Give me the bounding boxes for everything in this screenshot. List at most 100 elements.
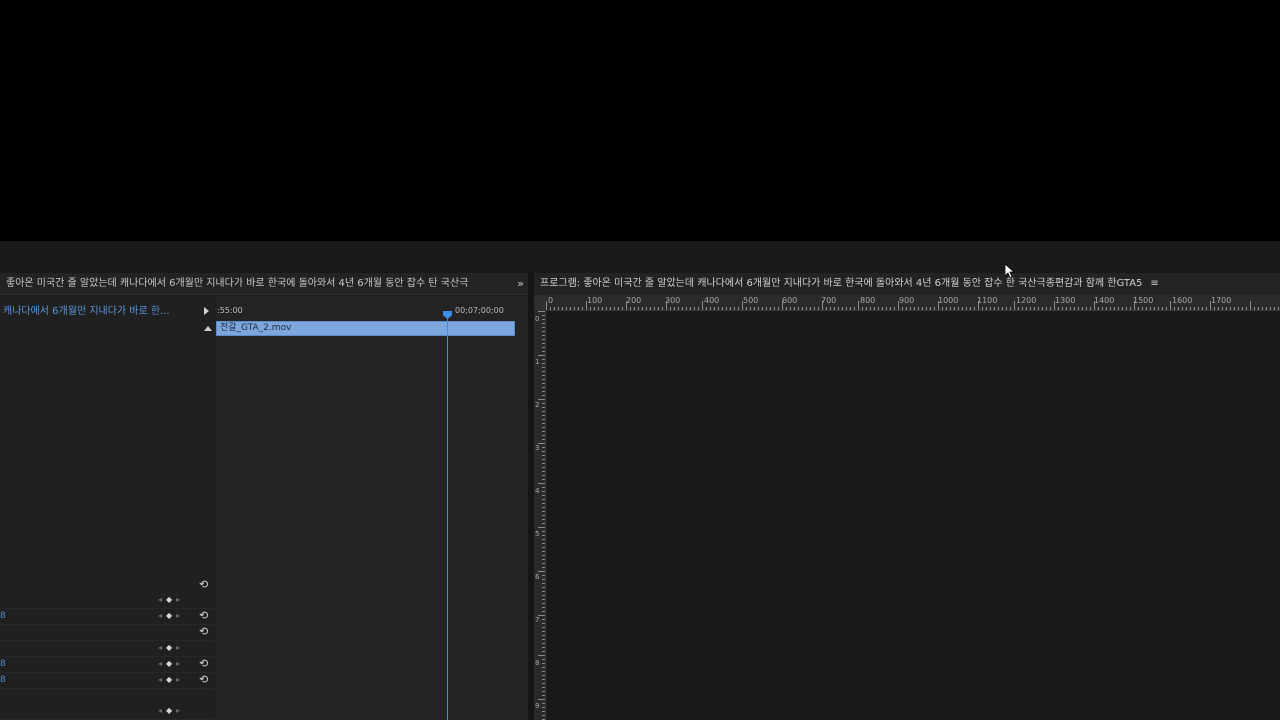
reset-icon[interactable]: ⟲	[199, 625, 208, 638]
collapse-triangle-icon[interactable]	[204, 326, 212, 331]
property-row: 8 ◂◆▸ ⟲	[0, 657, 215, 673]
ruler-tick	[550, 307, 551, 310]
ruler-tick	[542, 631, 545, 632]
ruler-label: 9	[535, 702, 540, 710]
ruler-label: 6	[535, 573, 540, 581]
ruler-tick	[966, 307, 967, 310]
ruler-tick	[618, 307, 619, 310]
playhead-line[interactable]	[447, 314, 448, 720]
ruler-tick	[538, 311, 545, 312]
ruler-tick	[706, 307, 707, 310]
ruler-tick	[542, 375, 545, 376]
play-triangle-icon[interactable]	[204, 307, 209, 315]
ruler-tick	[610, 307, 611, 310]
keyframe-nav[interactable]: ◂◆▸	[158, 659, 184, 668]
property-value[interactable]: 8	[0, 675, 6, 685]
ruler-tick	[1142, 307, 1143, 310]
ruler-tick	[686, 307, 687, 310]
panel-overflow-icon[interactable]: »	[517, 273, 524, 294]
ruler-tick	[542, 419, 545, 420]
program-monitor-viewer[interactable]: 0 100 200 300 400 500 600 700 800 900 1000 1100 1200…	[534, 295, 1280, 720]
property-value[interactable]: 8	[0, 611, 6, 621]
ruler-tick	[566, 307, 567, 310]
keyframe-nav[interactable]: ◂◆▸	[158, 611, 184, 620]
ruler-tick	[906, 307, 907, 310]
keyframe-nav[interactable]: ◂◆▸	[158, 643, 184, 652]
ruler-tick	[858, 301, 859, 310]
ruler-label: 8	[535, 659, 540, 667]
keyframe-nav[interactable]: ◂◆▸	[158, 595, 184, 604]
ruler-label: 0	[535, 315, 540, 323]
ruler-tick	[542, 647, 545, 648]
ruler-tick	[926, 307, 927, 310]
ruler-tick	[798, 307, 799, 310]
ruler-label: 1100	[977, 296, 998, 305]
black-letterbox	[0, 0, 1280, 241]
ruler-tick	[874, 307, 875, 310]
ruler-tick	[1078, 307, 1079, 310]
reset-icon[interactable]: ⟲	[199, 673, 208, 686]
ruler-tick	[542, 495, 545, 496]
ruler-tick	[1014, 301, 1015, 310]
ruler-tick	[542, 371, 545, 372]
ruler-tick	[1242, 307, 1243, 310]
ruler-tick	[886, 307, 887, 310]
ruler-label: 800	[860, 296, 876, 305]
property-row: 8 ◂◆▸ ⟲	[0, 609, 215, 625]
ruler-tick	[1070, 307, 1071, 310]
ruler-tick	[542, 479, 545, 480]
ruler-tick	[902, 307, 903, 310]
ruler-label: 1300	[1055, 296, 1076, 305]
ruler-tick	[1082, 307, 1083, 310]
ruler-tick	[542, 567, 545, 568]
ruler-tick	[1186, 307, 1187, 310]
ruler-tick	[694, 307, 695, 310]
ruler-label: 1400	[1094, 296, 1115, 305]
effect-controls-tab-title[interactable]: 좋아온 미국간 줄 알았는데 캐나다에서 6개월만 지내다가 바로 한국에 돌아…	[6, 273, 500, 294]
reset-icon[interactable]: ⟲	[199, 657, 208, 670]
ruler-tick	[558, 307, 559, 310]
ruler-tick	[746, 307, 747, 310]
ruler-tick	[846, 307, 847, 310]
property-row: ◂◆▸	[0, 705, 215, 720]
ruler-tick	[882, 307, 883, 310]
ruler-tick	[542, 519, 545, 520]
ruler-tick	[542, 687, 545, 688]
ruler-tick	[750, 307, 751, 310]
ruler-tick	[542, 627, 545, 628]
horizontal-ruler: 0 100 200 300 400 500 600 700 800 900 1000 1100 1200…	[546, 295, 1280, 311]
sequence-clip-label[interactable]: 캐나다에서 6개월만 지내다가 바로 한...	[0, 296, 215, 321]
ruler-label: 1500	[1133, 296, 1154, 305]
ruler-tick	[674, 307, 675, 310]
reset-icon[interactable]: ⟲	[199, 609, 208, 622]
ruler-tick	[662, 307, 663, 310]
clip-bar[interactable]: 전갈_GTA_2.mov	[216, 321, 515, 336]
ruler-tick	[542, 671, 545, 672]
keyframe-nav[interactable]: ◂◆▸	[158, 675, 184, 684]
ruler-tick	[986, 307, 987, 310]
keyframe-nav[interactable]: ◂◆▸	[158, 706, 184, 715]
ruler-tick	[542, 543, 545, 544]
ruler-tick	[542, 603, 545, 604]
mini-time-ruler[interactable]: :55:00 00;07;00;00	[215, 296, 528, 321]
ruler-tick	[1190, 307, 1191, 310]
panel-menu-icon[interactable]: ≡	[1150, 278, 1158, 289]
program-monitor-title[interactable]: 프로그램: 좋아온 미국간 줄 알았는데 캐나다에서 6개월만 지내다가 바로 …	[540, 278, 1142, 289]
ruler-tick	[622, 307, 623, 310]
ruler-tick	[538, 527, 545, 528]
reset-icon[interactable]: ⟲	[199, 578, 208, 591]
ruler-tick	[542, 675, 545, 676]
ruler-tick	[982, 307, 983, 310]
ruler-tick	[538, 355, 545, 356]
ruler-tick	[542, 587, 545, 588]
property-value[interactable]: 8	[0, 659, 6, 669]
ruler-tick	[554, 307, 555, 310]
effect-controls-timeline[interactable]: :55:00 00;07;00;00 전갈_GTA_2.mov	[215, 296, 528, 720]
ruler-tick	[542, 475, 545, 476]
ruler-tick	[538, 655, 545, 656]
effect-controls-header[interactable]: 좋아온 미국간 줄 알았는데 캐나다에서 6개월만 지내다가 바로 한국에 돌아…	[0, 273, 528, 295]
ruler-label: 500	[743, 296, 759, 305]
ruler-tick	[738, 307, 739, 310]
ruler-tick	[862, 307, 863, 310]
program-monitor-header[interactable]: 프로그램: 좋아온 미국간 줄 알았는데 캐나다에서 6개월만 지내다가 바로 …	[534, 273, 1280, 295]
